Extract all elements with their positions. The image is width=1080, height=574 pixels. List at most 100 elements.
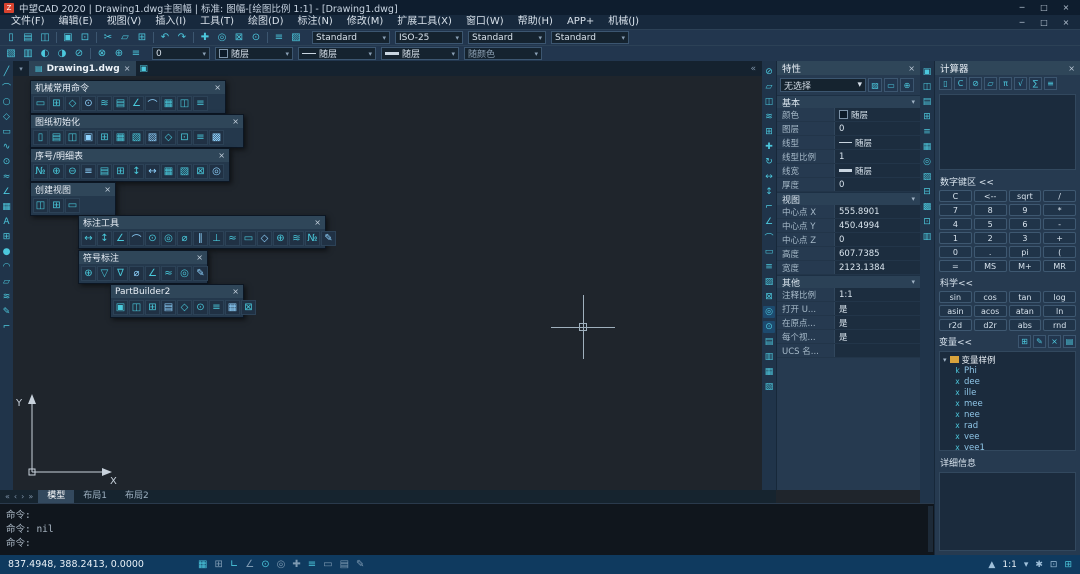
tab-scroll-icon[interactable]: »	[28, 492, 33, 501]
doc-close-button[interactable]: ×	[1056, 16, 1076, 28]
draw-tool-icon[interactable]: ⌐	[1, 321, 13, 333]
tool-icon[interactable]: ≡	[209, 300, 224, 315]
separator[interactable]	[265, 31, 270, 45]
property-row[interactable]: 中心点 Y 450.4994	[777, 219, 920, 233]
calc-sci-key[interactable]: atan	[1008, 305, 1042, 317]
calc-key[interactable]: 8	[973, 204, 1007, 216]
draw-tool-icon[interactable]: ◇	[1, 111, 13, 123]
pickadd-toggle-icon[interactable]: ⊕	[900, 78, 914, 92]
variables-folder[interactable]: ▾ 变量样例	[940, 354, 1075, 366]
variable-item[interactable]: x mee	[940, 398, 1075, 409]
modify-tool-icon[interactable]: ≋	[763, 111, 775, 123]
calc-key[interactable]: *	[1043, 204, 1076, 216]
draw-tool-icon[interactable]: ▱	[1, 276, 13, 288]
tool-icon[interactable]: ⊙	[193, 300, 208, 315]
separator[interactable]	[191, 31, 196, 45]
calc-sci-key[interactable]: abs	[1008, 319, 1042, 331]
plot-icon[interactable]: ▣	[60, 31, 76, 45]
tool-icon[interactable]: ⊞	[97, 130, 112, 145]
modify-tool-icon[interactable]: ↕	[763, 186, 775, 198]
close-button[interactable]: ×	[1056, 2, 1076, 14]
tool-icon[interactable]: ▦	[161, 96, 176, 111]
menu-item[interactable]: 绘图(D)	[241, 15, 291, 29]
tool-icon[interactable]: ⊖	[65, 164, 80, 179]
layer-isolate-icon[interactable]: ⊗	[94, 47, 110, 61]
menu-item[interactable]: 视图(V)	[100, 15, 149, 29]
edit-variable-icon[interactable]: ✎	[1033, 335, 1046, 348]
tool-icon[interactable]: ⊞	[49, 96, 64, 111]
property-row[interactable]: 注释比例 1:1	[777, 288, 920, 302]
palette-titlebar[interactable]: 图纸初始化 ×	[31, 115, 243, 128]
modify-tool-icon[interactable]: ✚	[763, 141, 775, 153]
tool-icon[interactable]: ⌀	[177, 231, 192, 246]
close-icon[interactable]: ×	[196, 253, 203, 262]
tool-icon[interactable]: ≡	[193, 96, 208, 111]
workspace-icon[interactable]: ✱	[1035, 560, 1043, 570]
calc-key[interactable]: <--	[973, 190, 1007, 202]
calc-sci-key[interactable]: r2d	[939, 319, 972, 331]
color-combo[interactable]: 随层 ▾	[215, 47, 293, 60]
section-header-view[interactable]: 视图 ▾	[777, 192, 920, 206]
calc-key[interactable]: C	[939, 190, 972, 202]
modify-tool-icon[interactable]: ▨	[763, 276, 775, 288]
tool-icon[interactable]: ▤	[161, 300, 176, 315]
property-row[interactable]: 线宽 随层	[777, 164, 920, 178]
separator[interactable]	[151, 31, 156, 45]
tool-icon[interactable]: ◫	[177, 96, 192, 111]
calc-key[interactable]: -	[1043, 218, 1076, 230]
calc-sci-key[interactable]: acos	[973, 305, 1007, 317]
menu-item[interactable]: 工具(T)	[193, 15, 241, 29]
delete-variable-icon[interactable]: ×	[1048, 335, 1061, 348]
tool-icon[interactable]: ↕	[97, 231, 112, 246]
variable-item[interactable]: x nee	[940, 409, 1075, 420]
modify-tool-icon[interactable]: ▦	[763, 366, 775, 378]
panel-tool-icon[interactable]: ◎	[921, 156, 933, 168]
draw-tool-icon[interactable]: ✎	[1, 306, 13, 318]
property-row[interactable]: 颜色 随层	[777, 108, 920, 122]
selection-combo[interactable]: 无选择 ▾	[780, 78, 866, 92]
draw-tool-icon[interactable]: ∠	[1, 186, 13, 198]
modify-tool-icon[interactable]: ◎	[763, 306, 775, 318]
tool-icon[interactable]: ◇	[177, 300, 192, 315]
variable-item[interactable]: x rad	[940, 420, 1075, 431]
tool-icon[interactable]: ∠	[113, 231, 128, 246]
draw-tool-icon[interactable]: ∿	[1, 141, 13, 153]
panel-tool-icon[interactable]: ≡	[921, 126, 933, 138]
polar-icon[interactable]: ∠	[245, 559, 254, 570]
tool-icon[interactable]: ∠	[129, 96, 144, 111]
palette-titlebar[interactable]: 标注工具 ×	[79, 216, 325, 229]
tool-icon[interactable]: ↕	[129, 164, 144, 179]
zoom-previous-icon[interactable]: ⊙	[248, 31, 264, 45]
paste-icon[interactable]: ⊞	[134, 31, 150, 45]
tool-icon[interactable]: ↔	[81, 231, 96, 246]
property-row[interactable]: 中心点 X 555.8901	[777, 205, 920, 219]
layer-states-icon[interactable]: ▥	[20, 47, 36, 61]
tool-icon[interactable]: ⊞	[145, 300, 160, 315]
modify-tool-icon[interactable]: ↔	[763, 171, 775, 183]
tool-icon[interactable]: ≈	[161, 266, 176, 281]
calc-key[interactable]: 9	[1008, 204, 1042, 216]
document-tab[interactable]: ▤ Drawing1.dwg ×	[29, 61, 137, 76]
dyn-ucs-icon[interactable]: ✚	[292, 559, 300, 570]
tool-icon[interactable]: ◇	[161, 130, 176, 145]
tool-icon[interactable]: ◎	[161, 231, 176, 246]
undo-icon[interactable]: ↶	[157, 31, 173, 45]
tab-scroll-icon[interactable]: ›	[21, 492, 24, 501]
calc-sci-key[interactable]: d2r	[973, 319, 1007, 331]
draw-tool-icon[interactable]: ⊙	[1, 156, 13, 168]
menu-item[interactable]: 窗口(W)	[459, 15, 511, 29]
dim-style-combo[interactable]: ISO-25 ▾	[395, 31, 463, 44]
modify-tool-icon[interactable]: ⊠	[763, 291, 775, 303]
tool-icon[interactable]: ◎	[209, 164, 224, 179]
tool-icon[interactable]: ▦	[161, 164, 176, 179]
calc-key[interactable]: M+	[1008, 260, 1042, 272]
otrack-icon[interactable]: ◎	[277, 559, 286, 570]
close-icon[interactable]: ×	[908, 64, 915, 73]
tool-icon[interactable]: ⊙	[81, 96, 96, 111]
draw-tool-icon[interactable]: ◠	[1, 261, 13, 273]
tool-icon[interactable]: ⊕	[49, 164, 64, 179]
draw-tool-icon[interactable]: ≈	[1, 171, 13, 183]
pan-icon[interactable]: ✚	[197, 31, 213, 45]
tool-icon[interactable]: ≡	[81, 164, 96, 179]
property-row[interactable]: 线型 随层	[777, 136, 920, 150]
